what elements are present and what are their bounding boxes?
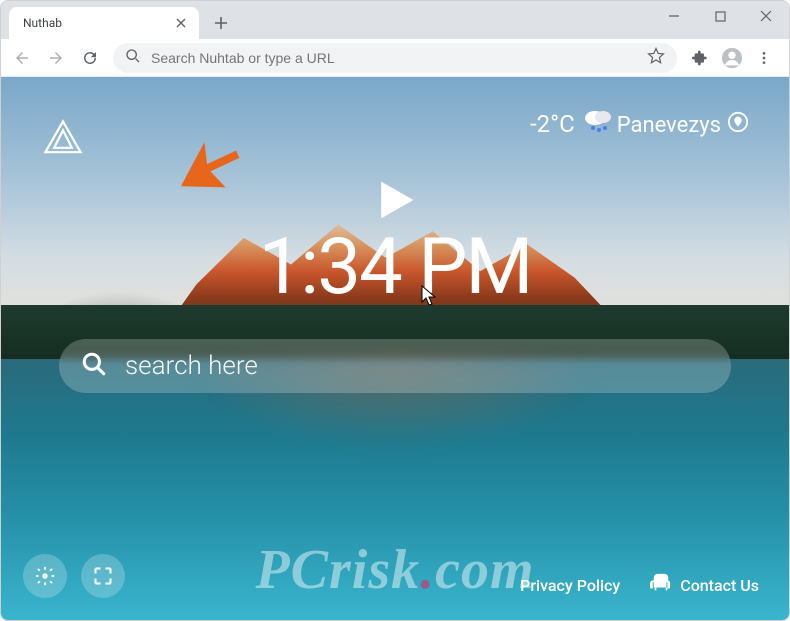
footer-links: Privacy Policy Contact Us (520, 572, 759, 598)
minimize-button[interactable] (651, 1, 697, 31)
overlay: -2°C Panevezys 1:34 PM (1, 77, 789, 620)
bookmark-star-icon[interactable] (647, 47, 665, 69)
tab-active[interactable]: Nuthab (9, 7, 199, 39)
bottom-left-controls (23, 554, 125, 598)
settings-button[interactable] (23, 554, 67, 598)
close-tab-icon[interactable] (173, 15, 189, 31)
contact-us-link[interactable]: Contact Us (680, 576, 759, 595)
reload-button[interactable] (75, 43, 105, 73)
weather-icon (583, 108, 613, 140)
browser-window: Nuthab (0, 0, 790, 621)
privacy-policy-link[interactable]: Privacy Policy (520, 576, 620, 595)
toolbar-right (685, 43, 783, 73)
search-placeholder: search here (125, 351, 258, 381)
site-logo-icon[interactable] (41, 117, 85, 165)
address-input[interactable] (151, 50, 637, 66)
temperature-value: -2°C (530, 110, 575, 138)
profile-avatar-icon[interactable] (717, 43, 747, 73)
search-icon (81, 351, 107, 381)
weather-widget[interactable]: -2°C Panevezys (530, 107, 749, 140)
watermark-text: PCrisk.com (255, 538, 534, 602)
address-bar[interactable] (113, 43, 677, 73)
maximize-button[interactable] (697, 1, 743, 31)
kebab-menu-icon[interactable] (749, 43, 779, 73)
clock-display: 1:34 PM (258, 222, 531, 313)
page-search-box[interactable]: search here (59, 339, 731, 393)
play-slideshow-icon[interactable] (372, 177, 418, 227)
chair-icon (650, 572, 672, 598)
back-button[interactable] (7, 43, 37, 73)
fullscreen-button[interactable] (81, 554, 125, 598)
location-pin-icon (727, 111, 749, 139)
tab-title: Nuthab (23, 16, 62, 30)
location-name: Panevezys (617, 113, 721, 138)
forward-button[interactable] (41, 43, 71, 73)
close-window-button[interactable] (743, 1, 789, 31)
toolbar (1, 39, 789, 77)
extensions-icon[interactable] (685, 43, 715, 73)
page-content: -2°C Panevezys 1:34 PM (1, 77, 789, 620)
window-controls (651, 1, 789, 31)
tab-strip: Nuthab (1, 1, 789, 39)
new-tab-button[interactable] (207, 9, 235, 37)
search-icon (125, 48, 141, 68)
